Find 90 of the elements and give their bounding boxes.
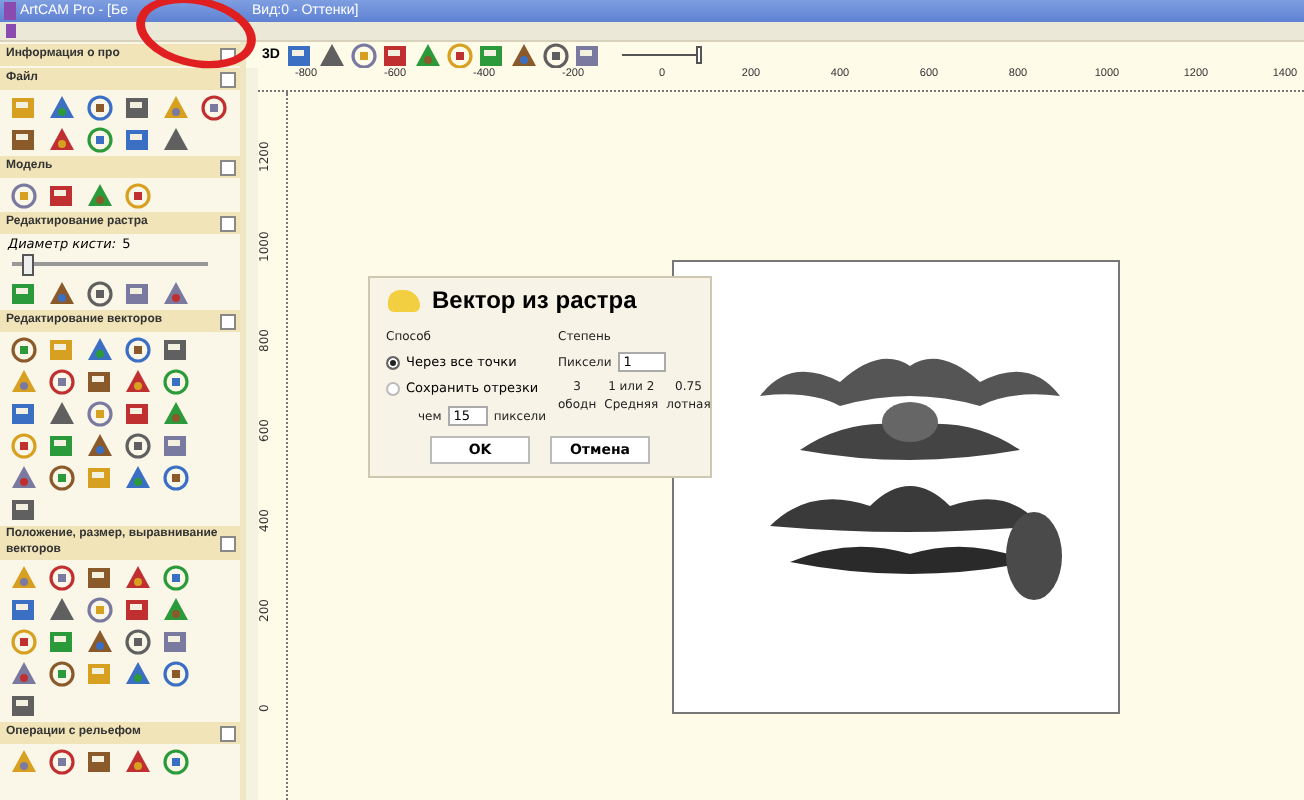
dialog-title: Вектор из растра [432, 286, 637, 314]
tool-icon[interactable] [124, 628, 152, 656]
tool-icon[interactable] [48, 368, 76, 396]
tool-icon[interactable] [48, 400, 76, 428]
tool-icon[interactable] [86, 368, 114, 396]
pin-icon[interactable] [220, 71, 236, 87]
tool-icon[interactable] [162, 464, 190, 492]
app-logo-icon [4, 2, 16, 20]
tool-icon[interactable] [86, 336, 114, 364]
tool-icon[interactable] [162, 280, 190, 308]
pin-icon[interactable] [220, 535, 236, 551]
tool-icon[interactable] [10, 660, 38, 688]
tool-icon[interactable] [349, 41, 378, 69]
tool-icon[interactable] [86, 126, 114, 154]
tool-icon[interactable] [381, 41, 410, 69]
tool-icon[interactable] [86, 564, 114, 592]
tool-icon[interactable] [162, 596, 190, 624]
tool-icon[interactable] [162, 400, 190, 428]
tool-icon[interactable] [48, 660, 76, 688]
tool-icon[interactable] [162, 564, 190, 592]
radio-button[interactable] [386, 381, 400, 395]
tool-icon[interactable] [162, 368, 190, 396]
tool-icon[interactable] [10, 748, 38, 776]
tool-icon[interactable] [124, 432, 152, 460]
pin-icon[interactable] [220, 159, 236, 175]
tool-icon[interactable] [445, 41, 474, 69]
tool-icon[interactable] [10, 432, 38, 460]
tool-icon[interactable] [48, 596, 76, 624]
tool-icon[interactable] [48, 94, 76, 122]
tool-icon[interactable] [573, 41, 602, 69]
tool-icon[interactable] [200, 94, 228, 122]
tool-icon[interactable] [10, 182, 38, 210]
tool-icon[interactable] [10, 496, 38, 524]
pin-icon[interactable] [220, 313, 236, 329]
cloud-icon [388, 289, 420, 311]
tool-icon[interactable] [48, 748, 76, 776]
tool-icon[interactable] [48, 182, 76, 210]
tool-icon[interactable] [162, 660, 190, 688]
tool-icon[interactable] [162, 336, 190, 364]
tool-icon[interactable] [10, 628, 38, 656]
tool-icon[interactable] [124, 368, 152, 396]
tool-icon[interactable] [86, 280, 114, 308]
pin-icon[interactable] [220, 215, 236, 231]
tool-icon[interactable] [413, 41, 442, 69]
tool-icon[interactable] [124, 336, 152, 364]
tool-icon[interactable] [124, 280, 152, 308]
radio-button[interactable] [386, 355, 400, 369]
tool-icon[interactable] [10, 464, 38, 492]
tool-icon[interactable] [10, 126, 38, 154]
slider-thumb[interactable] [21, 254, 34, 276]
slider-thumb[interactable] [695, 46, 702, 64]
tool-icon[interactable] [124, 660, 152, 688]
tool-icon[interactable] [48, 126, 76, 154]
tool-icon[interactable] [10, 280, 38, 308]
tool-icon[interactable] [10, 336, 38, 364]
tool-icon[interactable] [86, 628, 114, 656]
tool-icon[interactable] [48, 628, 76, 656]
tool-icon[interactable] [124, 464, 152, 492]
tool-icon[interactable] [10, 400, 38, 428]
tool-icon[interactable] [124, 400, 152, 428]
tool-icon[interactable] [124, 596, 152, 624]
tool-icon[interactable] [10, 564, 38, 592]
tool-icon[interactable] [10, 692, 38, 720]
tool-icon[interactable] [124, 564, 152, 592]
tool-icon[interactable] [477, 41, 506, 69]
tool-icon[interactable] [124, 94, 152, 122]
tool-icon[interactable] [509, 41, 538, 69]
tool-icon[interactable] [48, 564, 76, 592]
tool-icon[interactable] [86, 748, 114, 776]
tool-icon[interactable] [124, 182, 152, 210]
tool-icon[interactable] [48, 464, 76, 492]
tool-icon[interactable] [48, 432, 76, 460]
tool-icon[interactable] [86, 400, 114, 428]
tool-icon[interactable] [162, 628, 190, 656]
tool-icon[interactable] [86, 596, 114, 624]
tool-icon[interactable] [48, 280, 76, 308]
tool-icon[interactable] [10, 596, 38, 624]
tool-icon[interactable] [124, 126, 152, 154]
tool-icon[interactable] [86, 432, 114, 460]
document-icon [6, 24, 16, 38]
tool-icon[interactable] [124, 748, 152, 776]
tool-icon[interactable] [162, 94, 190, 122]
tool-icon[interactable] [541, 41, 570, 69]
tool-icon[interactable] [162, 748, 190, 776]
tool-icon[interactable] [162, 432, 190, 460]
tool-icon[interactable] [86, 182, 114, 210]
pin-icon[interactable] [220, 725, 236, 741]
tool-icon[interactable] [10, 368, 38, 396]
tool-icon[interactable] [86, 94, 114, 122]
tool-icon[interactable] [285, 41, 314, 69]
